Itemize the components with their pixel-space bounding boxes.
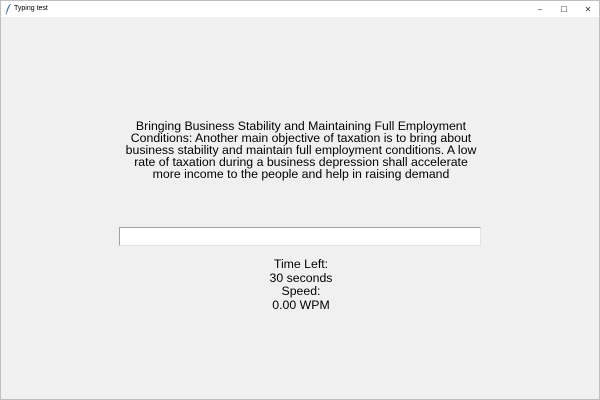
maximize-button[interactable]: ☐ — [553, 1, 575, 17]
minimize-icon: – — [537, 4, 543, 14]
speed-value: 0.00 WPM — [272, 297, 330, 312]
feather-icon — [5, 3, 12, 15]
stats-panel: Time Left: 30 seconds Speed: 0.00 WPM — [201, 257, 401, 312]
title-bar[interactable]: Typing test – ☐ ✕ — [1, 1, 599, 17]
time-left-label: Time Left: — [273, 257, 329, 271]
test-passage: Bringing Business Stability and Maintain… — [125, 119, 477, 181]
speed-label: Speed: — [281, 284, 321, 298]
typing-input[interactable] — [119, 227, 481, 246]
window-title: Typing test — [14, 5, 48, 12]
close-icon: ✕ — [584, 4, 592, 14]
close-button[interactable]: ✕ — [577, 1, 599, 17]
app-window: Typing test – ☐ ✕ Bringing Business Stab… — [0, 0, 600, 400]
minimize-button[interactable]: – — [529, 1, 551, 17]
time-left-value: 30 seconds — [269, 270, 333, 285]
maximize-icon: ☐ — [560, 4, 568, 14]
